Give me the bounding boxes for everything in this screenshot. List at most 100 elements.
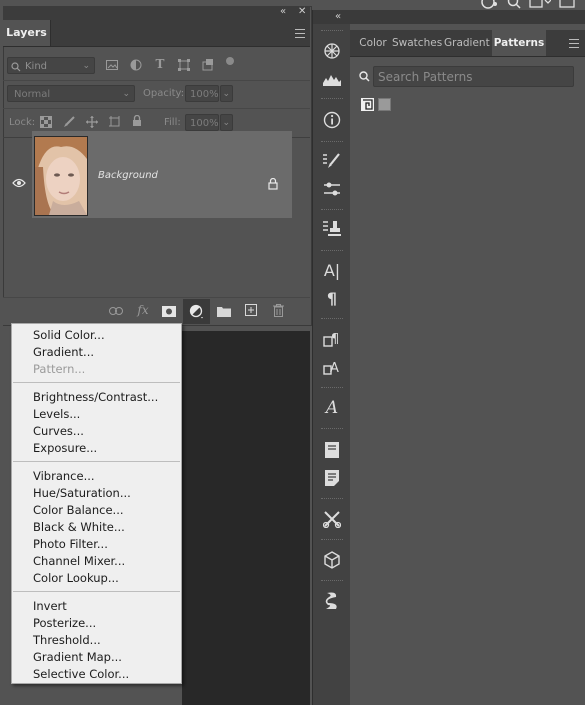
fill-dropdown[interactable]: ⌄: [220, 114, 233, 131]
lock-artboard-icon[interactable]: [108, 115, 122, 129]
share-icon[interactable]: [481, 0, 499, 9]
lock-pixels-icon[interactable]: [62, 115, 76, 129]
filter-kind-select[interactable]: Kind ⌄: [7, 57, 95, 74]
link-layers-icon[interactable]: [108, 304, 124, 318]
tab-color[interactable]: Color: [356, 30, 390, 56]
lock-position-icon[interactable]: [85, 115, 99, 129]
workspace-icon[interactable]: [529, 0, 551, 9]
menu-item-selective-color[interactable]: Selective Color...: [33, 666, 129, 683]
menu-separator: [13, 591, 180, 592]
menu-item-photo-filter[interactable]: Photo Filter...: [33, 536, 108, 553]
tab-layers[interactable]: Layers: [3, 20, 51, 46]
3d-icon[interactable]: [317, 547, 347, 573]
layer-lock-icon[interactable]: [267, 177, 279, 190]
lock-transparent-icon[interactable]: [39, 115, 53, 129]
filter-shape-icon[interactable]: [177, 58, 191, 72]
strip-header: «: [313, 10, 350, 24]
folder-icon[interactable]: [216, 304, 232, 318]
menu-item-vibrance[interactable]: Vibrance...: [33, 468, 95, 485]
libraries-icon[interactable]: [317, 437, 347, 463]
opacity-dropdown[interactable]: ⌄: [220, 85, 233, 102]
sliders-icon[interactable]: [317, 176, 347, 202]
adjustment-layer-button[interactable]: [183, 299, 210, 324]
panel-menu-icon[interactable]: [295, 29, 305, 38]
lock-label: Lock:: [9, 117, 36, 128]
color-wheel-icon[interactable]: [317, 38, 347, 64]
eye-icon[interactable]: [11, 177, 27, 189]
filter-pixel-icon[interactable]: [105, 58, 119, 72]
info-icon[interactable]: [317, 107, 347, 133]
menu-item-color-lookup[interactable]: Color Lookup...: [33, 570, 119, 587]
menu-item-invert[interactable]: Invert: [33, 598, 67, 615]
patterns-panel: [350, 10, 585, 705]
tab-patterns[interactable]: Patterns: [492, 30, 546, 56]
fx-icon[interactable]: fx: [134, 302, 152, 318]
menu-item-posterize[interactable]: Posterize...: [33, 615, 96, 632]
opacity-label: Opacity:: [143, 88, 185, 99]
clone-source-icon[interactable]: [317, 216, 347, 242]
chevron-down-icon: ⌄: [82, 61, 90, 71]
adjustment-layer-menu: Solid Color... Gradient... Pattern... Br…: [11, 323, 182, 684]
menu-item-exposure[interactable]: Exposure...: [33, 440, 97, 457]
menu-item-channel-mixer[interactable]: Channel Mixer...: [33, 553, 125, 570]
document-canvas[interactable]: [182, 331, 310, 705]
collapse-icon[interactable]: «: [280, 6, 286, 17]
character-styles-icon[interactable]: A: [317, 354, 347, 380]
histogram-icon[interactable]: [317, 66, 347, 92]
brush-settings-icon[interactable]: [317, 148, 347, 174]
chevron-down-icon: ⌄: [222, 118, 230, 128]
layers-tabbar: Layers: [3, 20, 310, 47]
layers-panel-header: « ✕: [3, 6, 310, 20]
panel-icon-strip: « A| ¶ ¶ A A: [312, 10, 351, 705]
menu-item-solid-color[interactable]: Solid Color...: [33, 327, 105, 344]
fill-label: Fill:: [164, 117, 181, 128]
menu-item-gradient-map[interactable]: Gradient Map...: [33, 649, 122, 666]
strip-grip: [321, 250, 343, 253]
menu-separator: [13, 461, 180, 462]
search-icon[interactable]: [507, 0, 521, 9]
timeline-icon[interactable]: [317, 588, 347, 614]
notes-icon[interactable]: [317, 465, 347, 491]
fill-input[interactable]: 100%: [185, 114, 219, 131]
filter-adjustment-icon[interactable]: [129, 58, 143, 72]
trash-icon[interactable]: [270, 303, 286, 317]
menu-item-gradient[interactable]: Gradient...: [33, 344, 94, 361]
menu-item-brightness-contrast[interactable]: Brightness/Contrast...: [33, 389, 158, 406]
filter-toggle-icon[interactable]: [224, 55, 236, 67]
blend-mode-select[interactable]: Normal ⌄: [7, 85, 135, 102]
add-mask-icon[interactable]: [161, 304, 177, 318]
filter-type-icon[interactable]: T: [153, 57, 167, 71]
right-panel-tabbar: Color Swatches Gradients Patterns: [350, 30, 585, 57]
search-patterns-input[interactable]: Search Patterns: [373, 66, 574, 87]
menu-item-levels[interactable]: Levels...: [33, 406, 80, 423]
menu-item-threshold[interactable]: Threshold...: [33, 632, 101, 649]
search-icon: [11, 58, 21, 75]
opacity-input[interactable]: 100%: [185, 85, 219, 102]
blend-row: Normal ⌄ Opacity: 100% ⌄: [3, 80, 310, 109]
menu-item-black-white[interactable]: Black & White...: [33, 519, 125, 536]
strip-grip: [321, 498, 343, 501]
glyphs-icon[interactable]: A: [317, 395, 347, 421]
tools-icon[interactable]: [317, 506, 347, 532]
pattern-swatch-greek[interactable]: [361, 98, 374, 111]
filter-smart-object-icon[interactable]: [201, 58, 215, 72]
paragraph-icon[interactable]: ¶: [317, 285, 347, 311]
lock-all-icon[interactable]: [130, 114, 144, 128]
menu-item-curves[interactable]: Curves...: [33, 423, 84, 440]
layer-thumbnail[interactable]: [34, 136, 88, 216]
cloud-icon[interactable]: [559, 0, 577, 9]
menu-item-hue-saturation[interactable]: Hue/Saturation...: [33, 485, 131, 502]
pattern-swatch-gray[interactable]: [378, 98, 391, 111]
character-icon[interactable]: A|: [317, 257, 347, 283]
panel-menu-icon[interactable]: [569, 39, 579, 48]
close-icon[interactable]: ✕: [298, 6, 306, 17]
tab-swatches[interactable]: Swatches: [392, 30, 442, 56]
menu-item-color-balance[interactable]: Color Balance...: [33, 502, 124, 519]
paragraph-styles-icon[interactable]: ¶: [317, 326, 347, 352]
strip-grip: [321, 209, 343, 212]
layer-name[interactable]: Background: [98, 170, 158, 181]
menu-item-pattern[interactable]: Pattern...: [33, 361, 85, 378]
collapse-icon[interactable]: «: [335, 11, 341, 22]
tab-gradients[interactable]: Gradients: [444, 30, 490, 56]
new-layer-icon[interactable]: [243, 303, 259, 317]
